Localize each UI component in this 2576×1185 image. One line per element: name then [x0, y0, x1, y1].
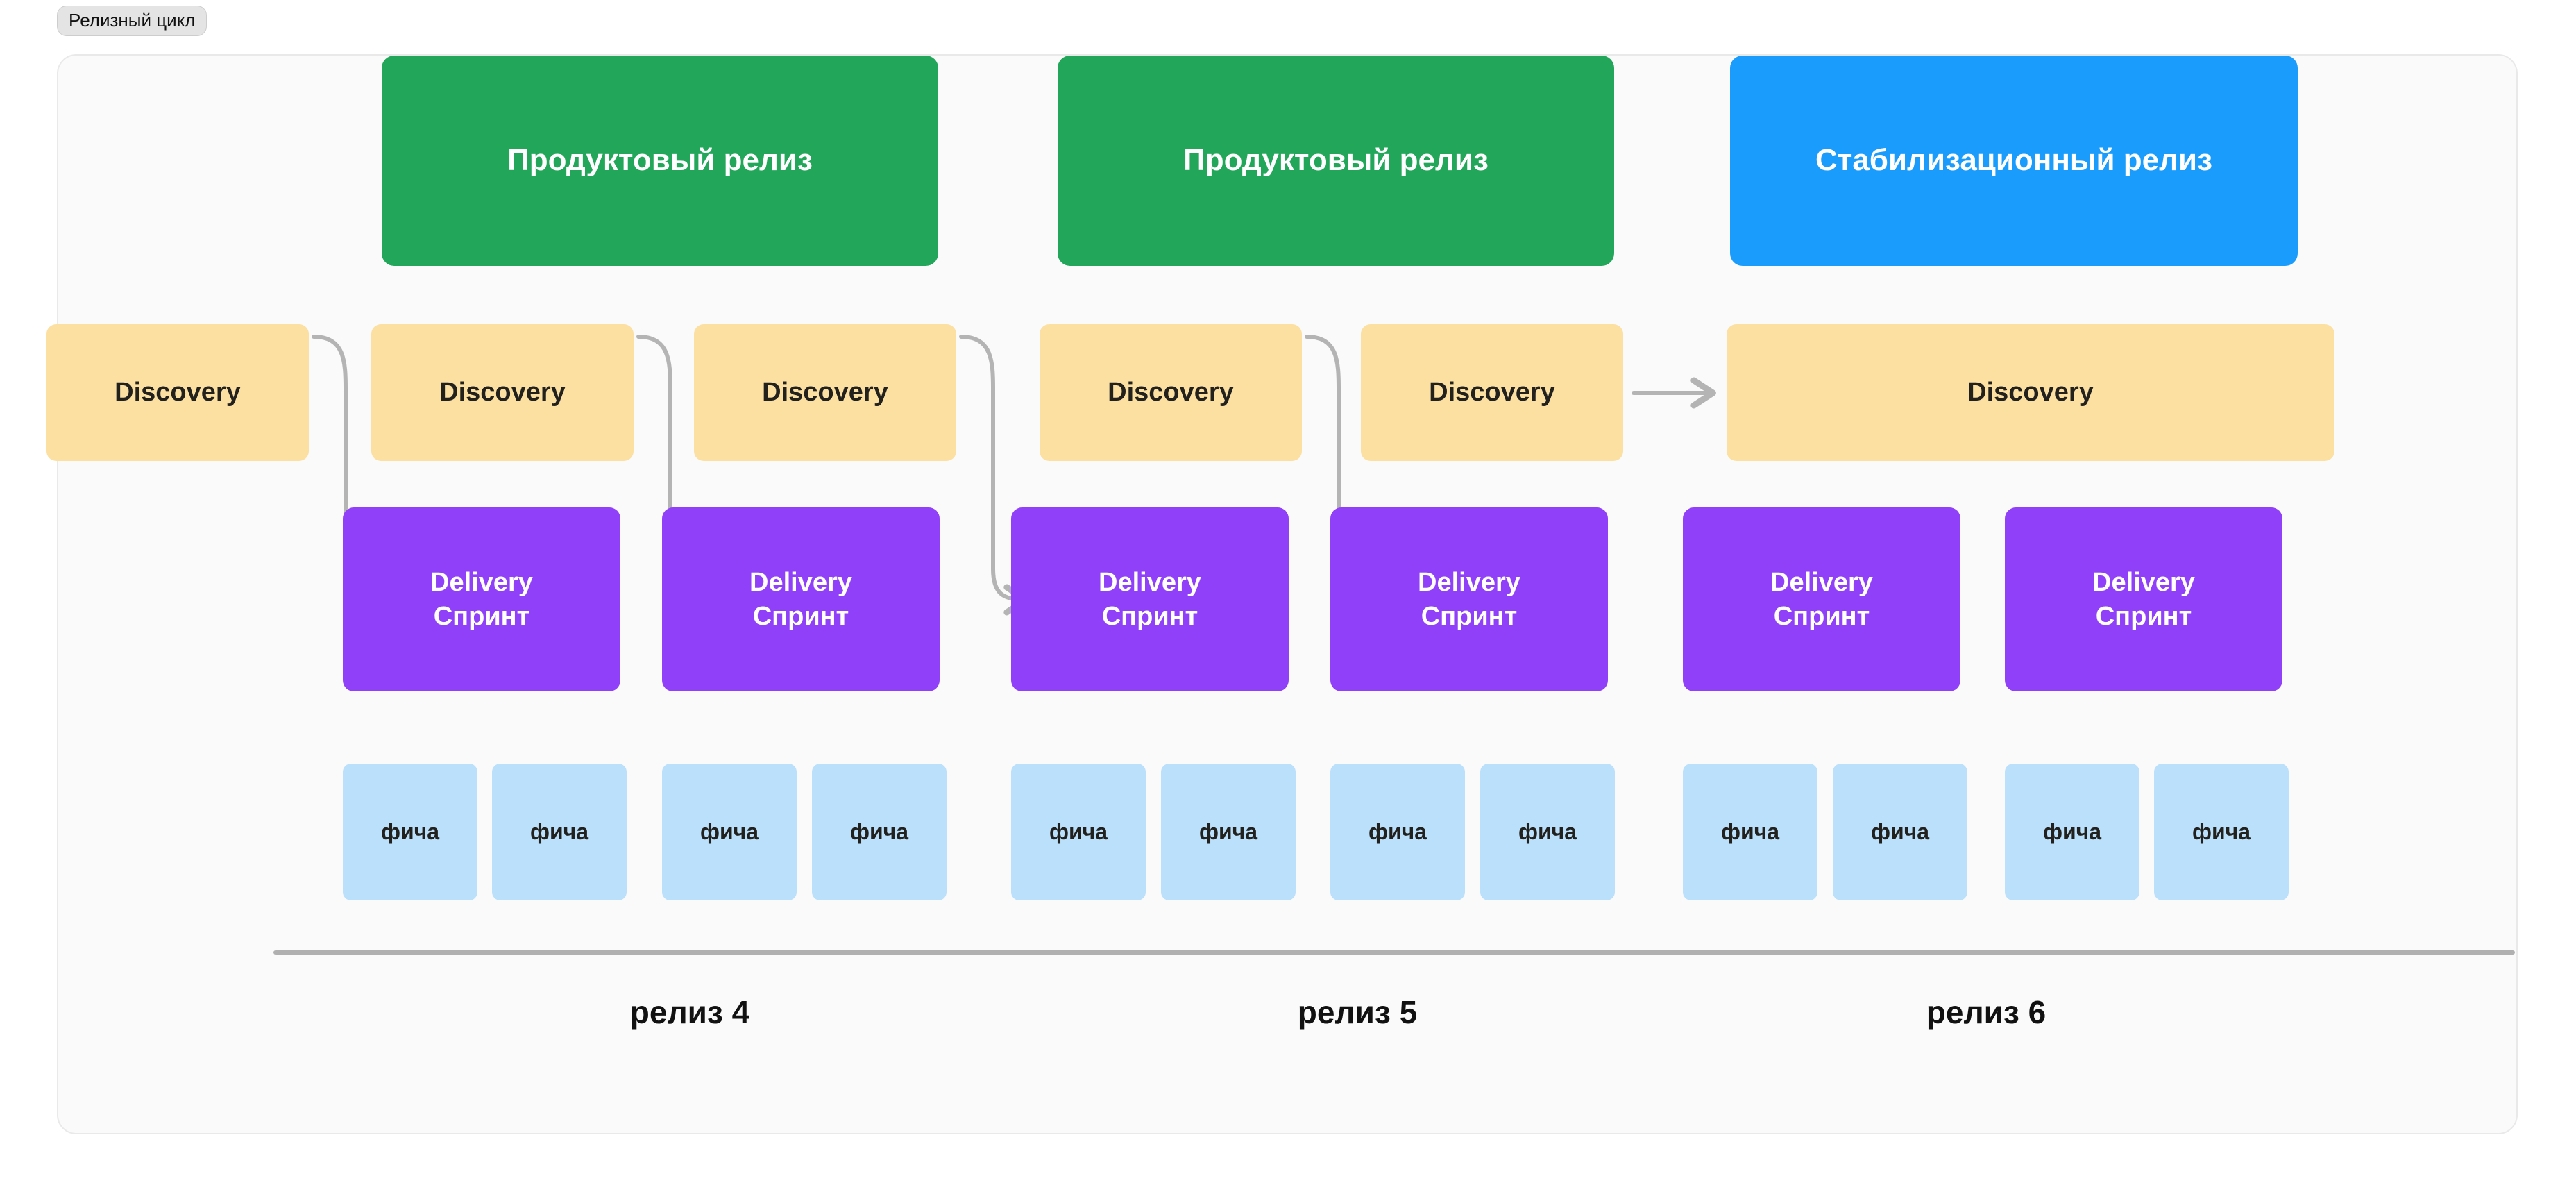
diagram-canvas: Продуктовый релиз Продуктовый релиз Стабил… [46, 56, 2516, 1133]
feature-box[interactable]: фича [662, 764, 797, 900]
feature-box[interactable]: фича [1330, 764, 1465, 900]
feature-box[interactable]: фича [812, 764, 947, 900]
tab-bar: Релизный цикл [57, 6, 207, 36]
delivery-sprint-box[interactable]: Delivery Спринт [2005, 507, 2282, 691]
release-cycle-diagram-card: Продуктовый релиз Продуктовый релиз Стабил… [46, 54, 2518, 1134]
feature-box[interactable]: фича [2005, 764, 2139, 900]
feature-box[interactable]: фича [2154, 764, 2289, 900]
feature-box[interactable]: фича [1161, 764, 1296, 900]
delivery-sprint-box[interactable]: Delivery Спринт [662, 507, 940, 691]
timeline-axis [273, 950, 2515, 955]
delivery-sprint-box[interactable]: Delivery Спринт [1330, 507, 1608, 691]
feature-box[interactable]: фича [343, 764, 477, 900]
feature-box[interactable]: фича [1011, 764, 1146, 900]
feature-box[interactable]: фича [1683, 764, 1817, 900]
discovery-box[interactable]: Discovery [46, 324, 309, 461]
discovery-box[interactable]: Discovery [1361, 324, 1623, 461]
feature-box[interactable]: фича [1833, 764, 1967, 900]
stabilization-release-box[interactable]: Стабилизационный релиз [1730, 56, 2298, 266]
release-axis-label: релиз 4 [629, 994, 750, 1030]
release-axis-label: релиз 5 [1297, 994, 1418, 1030]
feature-box[interactable]: фича [492, 764, 627, 900]
delivery-sprint-box[interactable]: Delivery Спринт [343, 507, 620, 691]
product-release-box[interactable]: Продуктовый релиз [382, 56, 938, 266]
release-axis-label: релиз 6 [1926, 994, 2047, 1030]
feature-box[interactable]: фича [1480, 764, 1615, 900]
discovery-box[interactable]: Discovery [694, 324, 956, 461]
product-release-box[interactable]: Продуктовый релиз [1058, 56, 1614, 266]
discovery-box[interactable]: Discovery [371, 324, 634, 461]
discovery-box[interactable]: Discovery [1040, 324, 1302, 461]
delivery-sprint-box[interactable]: Delivery Спринт [1011, 507, 1289, 691]
tab-release-cycle[interactable]: Релизный цикл [57, 6, 207, 36]
discovery-box[interactable]: Discovery [1727, 324, 2334, 461]
delivery-sprint-box[interactable]: Delivery Спринт [1683, 507, 1960, 691]
